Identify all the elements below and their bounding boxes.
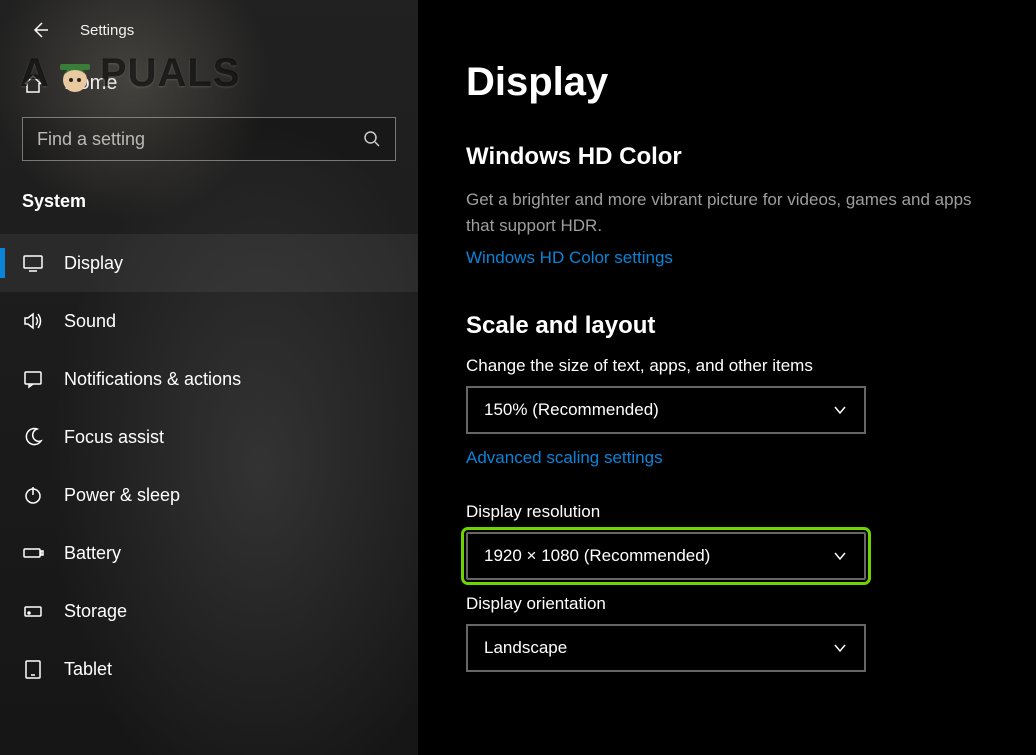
battery-icon — [22, 542, 44, 564]
orientation-value: Landscape — [484, 638, 567, 658]
sidebar-item-label: Notifications & actions — [64, 369, 241, 390]
sidebar-item-focus-assist[interactable]: Focus assist — [0, 408, 418, 466]
back-button[interactable] — [30, 20, 50, 40]
notification-icon — [22, 368, 44, 390]
power-icon — [22, 484, 44, 506]
sidebar-item-storage[interactable]: Storage — [0, 582, 418, 640]
home-button[interactable]: Home — [0, 60, 418, 117]
hd-color-settings-link[interactable]: Windows HD Color settings — [466, 248, 673, 268]
sidebar-item-power-sleep[interactable]: Power & sleep — [0, 466, 418, 524]
sidebar-item-label: Tablet — [64, 659, 112, 680]
search-icon — [363, 130, 381, 148]
arrow-left-icon — [30, 20, 50, 40]
page-title: Display — [466, 60, 996, 105]
text-size-label: Change the size of text, apps, and other… — [466, 356, 996, 376]
sidebar-item-label: Focus assist — [64, 427, 164, 448]
chevron-down-icon — [832, 402, 848, 418]
search-input[interactable] — [37, 129, 363, 150]
storage-icon — [22, 600, 44, 622]
sidebar-item-display[interactable]: Display — [0, 234, 418, 292]
window-title: Settings — [80, 22, 134, 39]
orientation-label: Display orientation — [466, 594, 996, 614]
sidebar-item-label: Power & sleep — [64, 485, 180, 506]
moon-icon — [22, 426, 44, 448]
sidebar-item-label: Storage — [64, 601, 127, 622]
section-scale-layout-title: Scale and layout — [466, 312, 996, 340]
hd-color-description: Get a brighter and more vibrant picture … — [466, 187, 996, 238]
sidebar-item-label: Battery — [64, 543, 121, 564]
category-label: System — [0, 185, 418, 234]
speaker-icon — [22, 310, 44, 332]
chevron-down-icon — [832, 548, 848, 564]
titlebar: Settings — [0, 10, 418, 60]
orientation-dropdown[interactable]: Landscape — [466, 624, 866, 672]
advanced-scaling-link[interactable]: Advanced scaling settings — [466, 448, 663, 468]
tablet-icon — [22, 658, 44, 680]
section-hd-color-title: Windows HD Color — [466, 143, 996, 171]
chevron-down-icon — [832, 640, 848, 656]
sidebar-item-sound[interactable]: Sound — [0, 292, 418, 350]
sidebar-item-battery[interactable]: Battery — [0, 524, 418, 582]
home-label: Home — [64, 72, 117, 95]
monitor-icon — [22, 252, 44, 274]
main-content: Display Windows HD Color Get a brighter … — [418, 0, 1036, 755]
sidebar-item-label: Sound — [64, 311, 116, 332]
resolution-label: Display resolution — [466, 502, 996, 522]
sidebar-item-notifications[interactable]: Notifications & actions — [0, 350, 418, 408]
sidebar: A PUALS Settings — [0, 0, 418, 755]
home-icon — [22, 73, 44, 95]
settings-app: A PUALS Settings — [0, 0, 1036, 755]
sidebar-nav: Display Sound Notifications & actions Fo… — [0, 234, 418, 698]
text-size-dropdown[interactable]: 150% (Recommended) — [466, 386, 866, 434]
resolution-value: 1920 × 1080 (Recommended) — [484, 546, 710, 566]
text-size-value: 150% (Recommended) — [484, 400, 659, 420]
sidebar-item-label: Display — [64, 253, 123, 274]
resolution-dropdown[interactable]: 1920 × 1080 (Recommended) — [466, 532, 866, 580]
search-box[interactable] — [22, 117, 396, 161]
sidebar-item-tablet[interactable]: Tablet — [0, 640, 418, 698]
